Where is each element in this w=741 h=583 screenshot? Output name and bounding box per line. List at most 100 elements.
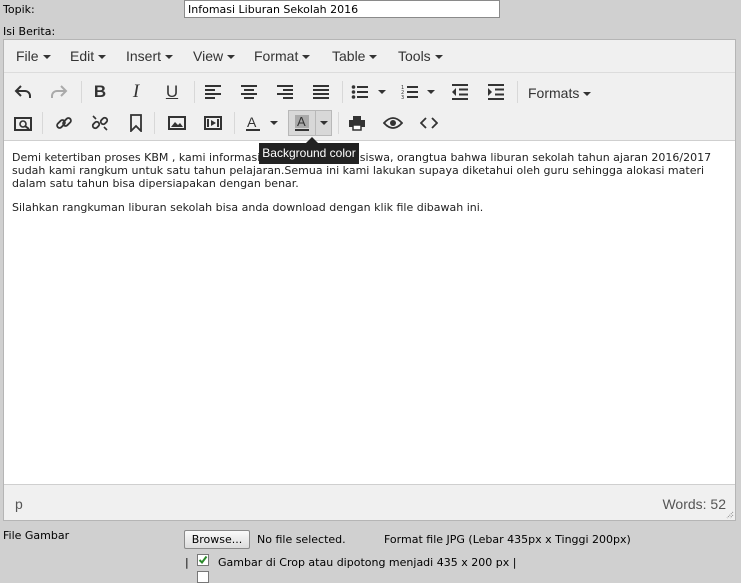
topik-label: Topik:: [3, 3, 35, 16]
chevron-down-icon: [98, 55, 107, 60]
chevron-down-icon: [270, 121, 278, 125]
media-button[interactable]: [199, 110, 227, 136]
resize-handle-icon[interactable]: [724, 509, 734, 519]
editor-menubar: File Edit Insert View Format Table Tools: [4, 40, 735, 73]
preview-icon: [383, 117, 403, 129]
search-replace-icon: [14, 117, 32, 131]
outdent-button[interactable]: [446, 79, 474, 105]
bookmark-button[interactable]: [122, 110, 150, 136]
menu-insert-label: Insert: [126, 48, 162, 64]
element-path[interactable]: p: [15, 496, 23, 512]
align-center-button[interactable]: [235, 79, 263, 105]
numbered-list-button[interactable]: 123: [396, 79, 424, 105]
bullet-list-icon: [351, 85, 368, 99]
file-gambar-label: File Gambar: [3, 529, 70, 542]
justify-button[interactable]: [307, 79, 335, 105]
checkmark-icon: [198, 555, 208, 565]
chevron-down-icon: [583, 92, 592, 97]
underline-button[interactable]: U: [158, 79, 186, 105]
background-color-dropdown[interactable]: [316, 110, 332, 136]
rich-text-editor: File Edit Insert View Format Table Tools…: [3, 39, 736, 521]
bold-button[interactable]: B: [86, 79, 114, 105]
file-status: No file selected.: [257, 533, 346, 546]
toolbar-divider: [154, 112, 155, 134]
topik-input[interactable]: [184, 0, 500, 18]
extra-checkbox[interactable]: [197, 571, 209, 583]
redo-icon: [51, 85, 68, 98]
menu-table[interactable]: Table: [332, 48, 378, 64]
numbered-list-icon: 123: [401, 85, 418, 100]
background-color-button[interactable]: A: [288, 110, 316, 136]
svg-text:3: 3: [401, 95, 404, 100]
undo-button[interactable]: [9, 79, 37, 105]
redo-button[interactable]: [45, 79, 73, 105]
justify-icon: [313, 85, 329, 99]
unlink-button[interactable]: [86, 110, 114, 136]
link-button[interactable]: [50, 110, 78, 136]
crop-checkbox[interactable]: [197, 554, 209, 566]
italic-icon: I: [132, 81, 140, 102]
image-icon: [168, 116, 186, 130]
menu-edit[interactable]: Edit: [70, 48, 107, 64]
menu-file[interactable]: File: [16, 48, 51, 64]
menu-format-label: Format: [254, 48, 299, 64]
toolbar-divider: [42, 112, 43, 134]
search-replace-button[interactable]: [9, 110, 37, 136]
menu-view-label: View: [193, 48, 224, 64]
italic-button[interactable]: I: [122, 79, 150, 105]
indent-icon: [488, 84, 504, 100]
align-right-icon: [277, 85, 293, 99]
undo-icon: [14, 85, 31, 98]
preview-button[interactable]: [379, 110, 407, 136]
menu-file-label: File: [16, 48, 39, 64]
background-color-icon: A: [295, 114, 309, 131]
bullet-list-button[interactable]: [346, 79, 374, 105]
source-code-button[interactable]: [415, 110, 443, 136]
media-icon: [204, 116, 222, 130]
menu-format[interactable]: Format: [254, 48, 311, 64]
chevron-down-icon: [369, 55, 378, 60]
chevron-down-icon: [165, 55, 174, 60]
image-button[interactable]: [163, 110, 191, 136]
editor-statusbar: p Words: 52: [4, 486, 735, 520]
toolbar-divider: [517, 81, 518, 103]
chevron-down-icon: [434, 55, 443, 60]
content-paragraph: Silahkan rangkuman liburan sekolah bisa …: [12, 201, 484, 214]
browse-button[interactable]: Browse...: [184, 530, 250, 549]
toolbar-divider: [194, 81, 195, 103]
svg-text:A: A: [297, 114, 306, 129]
align-left-icon: [205, 85, 221, 99]
bold-icon: B: [93, 82, 107, 101]
chevron-down-icon: [302, 55, 311, 60]
isi-berita-label: Isi Berita:: [3, 25, 56, 38]
align-center-icon: [241, 85, 257, 99]
underline-icon: U: [165, 82, 179, 101]
menu-tools-label: Tools: [398, 48, 431, 64]
svg-text:A: A: [247, 114, 257, 130]
menu-table-label: Table: [332, 48, 366, 64]
print-icon: [349, 116, 365, 131]
align-left-button[interactable]: [199, 79, 227, 105]
indent-button[interactable]: [482, 79, 510, 105]
chevron-down-icon: [378, 90, 386, 94]
formats-dropdown[interactable]: Formats: [528, 85, 592, 101]
menu-tools[interactable]: Tools: [398, 48, 443, 64]
editor-content[interactable]: Demi ketertiban proses KBM , kami inform…: [4, 140, 735, 485]
menu-view[interactable]: View: [193, 48, 236, 64]
text-color-button[interactable]: A: [239, 110, 267, 136]
text-color-dropdown[interactable]: [268, 110, 280, 136]
outdent-icon: [452, 84, 468, 100]
numbered-list-dropdown[interactable]: [425, 79, 437, 105]
bullet-list-dropdown[interactable]: [376, 79, 388, 105]
text-color-icon: A: [246, 114, 260, 131]
formats-label: Formats: [528, 85, 580, 101]
toolbar-divider: [342, 81, 343, 103]
chevron-down-icon: [427, 90, 435, 94]
link-icon: [56, 117, 72, 129]
menu-insert[interactable]: Insert: [126, 48, 174, 64]
crop-label: Gambar di Crop atau dipotong menjadi 435…: [218, 556, 517, 569]
print-button[interactable]: [343, 110, 371, 136]
chevron-down-icon: [227, 55, 236, 60]
content-paragraph: Demi ketertiban proses KBM , kami inform…: [12, 151, 712, 190]
align-right-button[interactable]: [271, 79, 299, 105]
